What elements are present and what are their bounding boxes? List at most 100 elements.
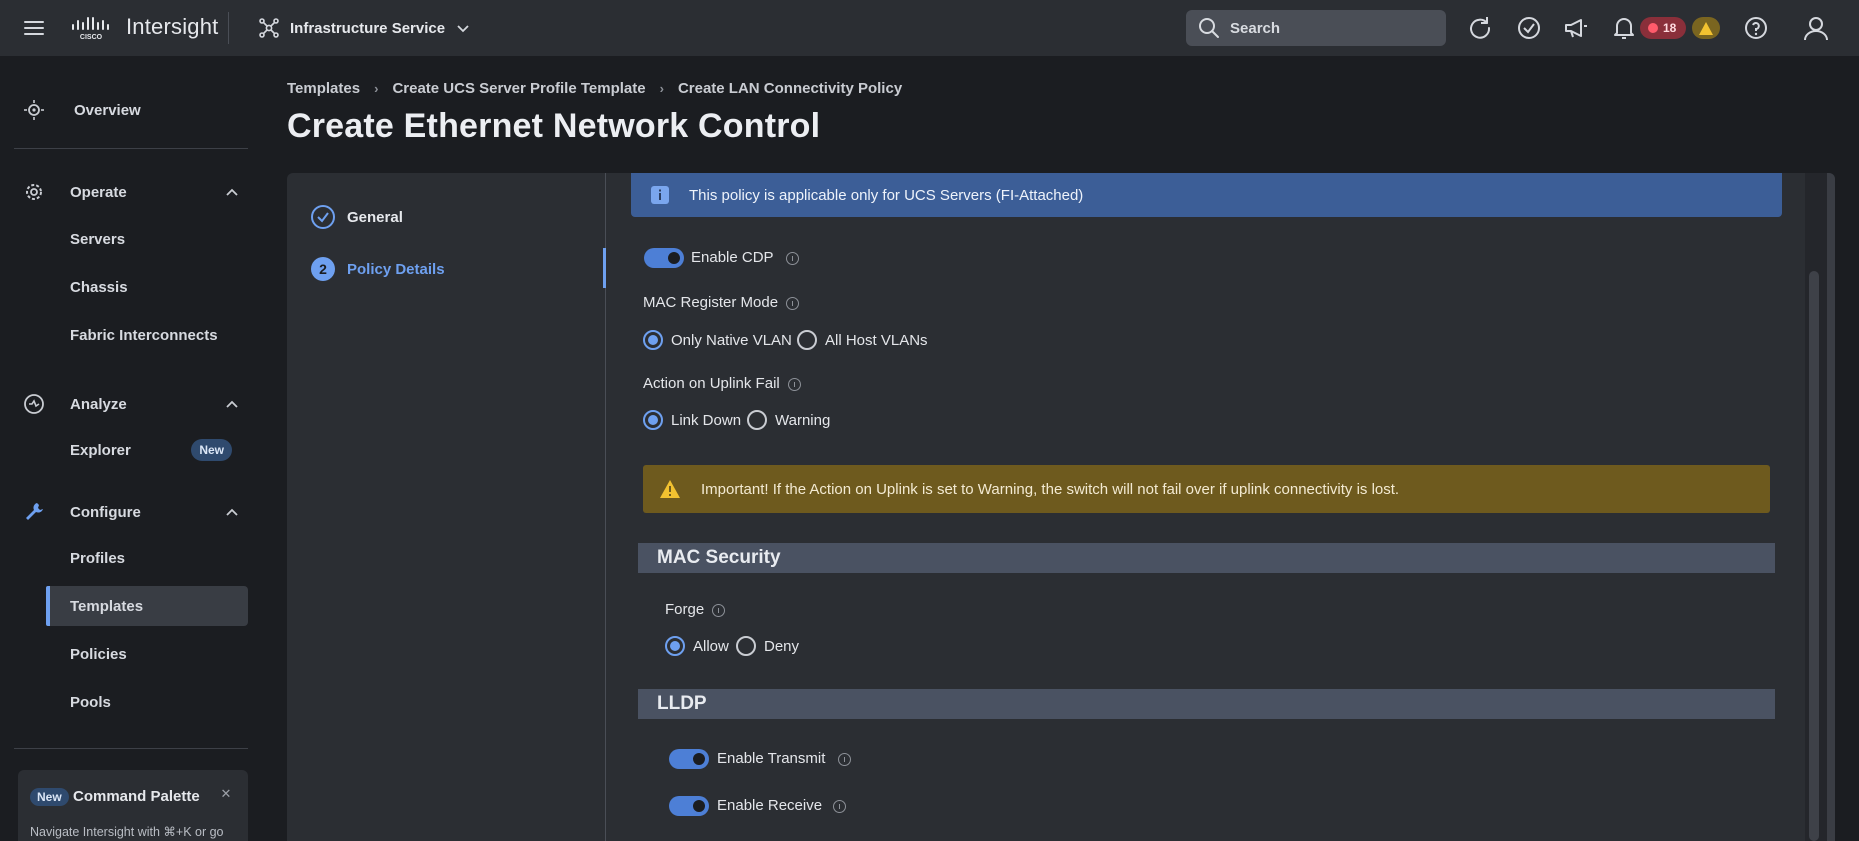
command-palette-new-badge: New <box>30 788 69 806</box>
chevron-down-icon <box>457 25 469 33</box>
step-label-general: General <box>347 208 403 226</box>
sidebar-label-templates: Templates <box>70 597 144 615</box>
sidebar-section-operate[interactable]: Operate <box>0 172 262 212</box>
radio-selected-icon <box>665 636 685 656</box>
info-circle-icon[interactable] <box>786 297 799 310</box>
sidebar-label-explorer: Explorer <box>70 441 131 459</box>
active-step-marker <box>603 248 606 288</box>
radio-only-native-vlan[interactable]: Only Native VLAN <box>643 330 792 350</box>
sidebar-label-operate: Operate <box>70 183 127 201</box>
info-banner-text: This policy is applicable only for UCS S… <box>689 186 1084 204</box>
command-palette-text: Navigate Intersight with ⌘+K or go <box>30 825 224 839</box>
step-number: 2 <box>311 257 335 281</box>
sidebar-item-profiles[interactable]: Profiles <box>46 538 248 578</box>
radio-label-allow: Allow <box>693 637 729 655</box>
hamburger-menu-icon[interactable] <box>22 16 46 40</box>
chevron-up-icon <box>226 508 238 516</box>
sidebar-divider <box>14 748 248 749</box>
search-placeholder: Search <box>1230 19 1281 37</box>
close-icon[interactable]: ✕ <box>218 786 234 802</box>
enable-transmit-toggle[interactable] <box>669 749 709 769</box>
overview-radar-icon <box>24 100 44 120</box>
step-general[interactable]: General <box>311 202 403 232</box>
tasks-check-icon[interactable] <box>1515 14 1543 42</box>
action-on-uplink-fail-label: Action on Uplink Fail <box>643 375 780 392</box>
step-label-policy-details: Policy Details <box>347 260 445 278</box>
sidebar-item-servers[interactable]: Servers <box>46 219 248 259</box>
cisco-logo-icon: CISCO <box>72 17 109 41</box>
app-title: Intersight <box>126 14 219 39</box>
radio-selected-icon <box>643 330 663 350</box>
sidebar-item-fabric-interconnects[interactable]: Fabric Interconnects <box>46 315 248 355</box>
user-profile-icon[interactable] <box>1802 14 1830 42</box>
mac-register-mode-label: MAC Register Mode <box>643 294 779 311</box>
radio-all-host-vlans[interactable]: All Host VLANs <box>797 330 928 350</box>
announcements-megaphone-icon[interactable] <box>1562 14 1590 42</box>
info-circle-icon[interactable] <box>786 252 799 265</box>
radio-link-down[interactable]: Link Down <box>643 410 741 430</box>
page-title: Create Ethernet Network Control <box>287 107 821 145</box>
sidebar-label-configure: Configure <box>70 503 141 521</box>
sidebar-section-configure[interactable]: Configure <box>0 492 262 532</box>
breadcrumb-templates[interactable]: Templates <box>287 80 360 97</box>
sidebar-item-policies[interactable]: Policies <box>46 634 248 674</box>
radio-forge-allow[interactable]: Allow <box>665 636 729 656</box>
info-icon <box>651 186 669 204</box>
sidebar: Overview Operate Servers Chassis Fabric … <box>0 56 262 841</box>
command-palette-title: Command Palette <box>73 788 200 805</box>
section-title-lldp: LLDP <box>657 693 707 714</box>
radio-unselected-icon <box>747 410 767 430</box>
enable-transmit-label: Enable Transmit <box>717 750 826 767</box>
critical-alarms-badge[interactable]: 18 <box>1640 17 1686 39</box>
info-circle-icon[interactable] <box>712 604 725 617</box>
sidebar-section-analyze[interactable]: Analyze <box>0 384 262 424</box>
svg-text:CISCO: CISCO <box>80 34 103 41</box>
radio-unselected-icon <box>797 330 817 350</box>
radio-forge-deny[interactable]: Deny <box>736 636 799 656</box>
critical-count: 18 <box>1663 21 1677 35</box>
wizard-steps: General 2 Policy Details <box>287 173 607 841</box>
warning-triangle-icon <box>1699 21 1713 35</box>
enable-receive-toggle[interactable] <box>669 796 709 816</box>
forge-label: Forge <box>665 601 705 618</box>
analyze-icon <box>24 394 44 414</box>
sidebar-label-servers: Servers <box>70 230 126 248</box>
help-icon[interactable] <box>1742 14 1770 42</box>
search-input[interactable]: Search <box>1186 10 1446 46</box>
sidebar-divider <box>14 148 248 149</box>
service-label: Infrastructure Service <box>290 19 446 37</box>
chevron-up-icon <box>226 188 238 196</box>
radio-unselected-icon <box>736 636 756 656</box>
step-policy-details[interactable]: 2 Policy Details <box>311 254 445 284</box>
sidebar-item-pools[interactable]: Pools <box>46 682 248 722</box>
sidebar-item-chassis[interactable]: Chassis <box>46 267 248 307</box>
breadcrumb-create-ucs-server-profile-template[interactable]: Create UCS Server Profile Template <box>392 80 645 97</box>
radio-label-deny: Deny <box>764 637 800 655</box>
enable-receive-label: Enable Receive <box>717 797 823 814</box>
radio-warning[interactable]: Warning <box>747 410 830 430</box>
info-circle-icon[interactable] <box>788 378 801 391</box>
breadcrumb-create-lan-connectivity-policy[interactable]: Create LAN Connectivity Policy <box>678 80 902 97</box>
new-badge: New <box>191 439 232 461</box>
sidebar-label-chassis: Chassis <box>70 278 128 296</box>
info-circle-icon[interactable] <box>838 753 851 766</box>
warning-alarms-badge[interactable] <box>1692 17 1720 39</box>
scrollbar-thumb[interactable] <box>1809 271 1819 841</box>
chevron-right-icon: › <box>659 81 664 96</box>
sidebar-item-templates[interactable]: Templates <box>46 586 248 626</box>
infrastructure-icon <box>259 18 279 38</box>
search-icon <box>1199 18 1219 38</box>
step-complete-check-icon <box>311 205 335 229</box>
refresh-icon[interactable] <box>1466 14 1494 42</box>
radio-selected-icon <box>643 410 663 430</box>
enable-cdp-toggle[interactable] <box>644 248 684 268</box>
notifications-bell-icon[interactable] <box>1610 14 1638 42</box>
sidebar-item-explorer[interactable]: Explorer New <box>46 430 248 470</box>
section-mac-security: MAC Security <box>638 543 1775 573</box>
section-lldp: LLDP <box>638 689 1775 719</box>
info-circle-icon[interactable] <box>833 800 846 813</box>
sidebar-item-overview[interactable]: Overview <box>0 90 262 130</box>
service-selector[interactable]: Infrastructure Service <box>258 16 471 40</box>
radio-label-only-native-vlan: Only Native VLAN <box>671 331 792 349</box>
configure-wrench-icon <box>26 503 43 520</box>
